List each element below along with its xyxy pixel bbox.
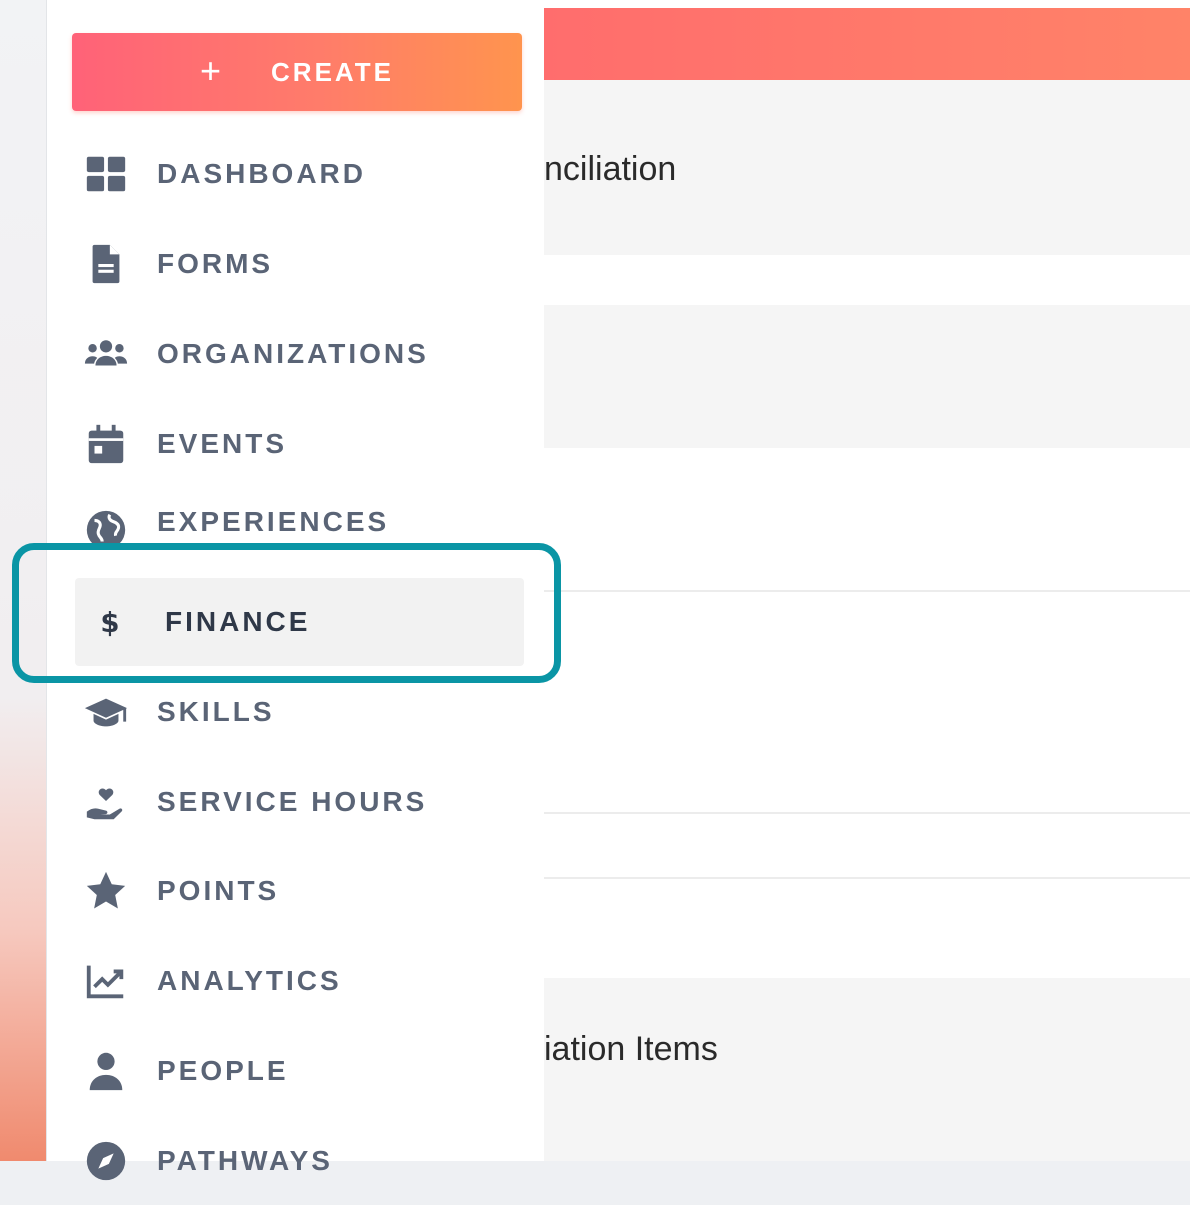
background-strip [0,0,46,1161]
sidebar-item-label: FINANCE [165,606,311,637]
divider [544,877,1190,879]
sidebar-item-label: SERVICE HOURS [157,786,428,817]
compass-icon [79,1137,133,1185]
sidebar-item-label: DASHBOARD [157,158,366,189]
create-button-label: CREATE [271,56,394,87]
sidebar-nav: + CREATE DASHBOARD FORMS ORGANIZATIONS E… [48,0,544,1181]
divider [544,590,1190,592]
dollar-icon: $ [95,598,125,646]
divider [544,812,1190,814]
sidebar-item-people[interactable]: PEOPLE [75,1027,524,1115]
sidebar-item-service-hours[interactable]: SERVICE HOURS [75,758,524,846]
sidebar-item-organizations[interactable]: ORGANIZATIONS [75,310,524,398]
sidebar-item-label: PEOPLE [157,1055,289,1086]
reconciliation-panel: nciliation [544,80,1190,255]
create-button[interactable]: + CREATE [72,33,522,111]
file-icon [79,240,133,288]
reconciliation-panel-title: nciliation [544,150,677,188]
calendar-icon [79,420,133,468]
reconciliation-items-panel-title: iation Items [544,1030,718,1068]
sidebar-item-label: FORMS [157,248,274,279]
sidebar-item-finance[interactable]: $ FINANCE [75,578,524,666]
dashboard-icon [79,150,133,198]
plus-icon: + [200,50,222,91]
page-header-bar [544,8,1190,80]
sidebar-item-label: PATHWAYS [157,1145,333,1176]
sidebar-item-experiences[interactable]: EXPERIENCES [75,488,524,550]
chart-line-icon [79,957,133,1005]
sidebar-item-events[interactable]: EVENTS [75,400,524,488]
sidebar-item-dashboard[interactable]: DASHBOARD [75,130,524,218]
sidebar-item-label: ORGANIZATIONS [157,338,429,369]
svg-text:$: $ [100,607,119,639]
graduation-cap-icon [79,688,133,736]
users-icon [79,330,133,378]
sidebar-item-label: EVENTS [157,428,288,459]
globe-icon [79,506,133,550]
hand-heart-icon [79,778,133,826]
sidebar-item-skills[interactable]: SKILLS [75,668,524,756]
sidebar-item-label: ANALYTICS [157,965,342,996]
person-icon [79,1047,133,1095]
sidebar-item-label: SKILLS [157,696,275,727]
sidebar-item-label: EXPERIENCES [157,506,390,537]
sidebar-item-analytics[interactable]: ANALYTICS [75,937,524,1025]
sidebar-item-label: POINTS [157,875,280,906]
content-panel [544,305,1190,448]
sidebar-item-pathways[interactable]: PATHWAYS [75,1117,524,1205]
sidebar-item-forms[interactable]: FORMS [75,220,524,308]
reconciliation-items-panel: iation Items [544,978,1190,1161]
sidebar-item-points[interactable]: POINTS [75,847,524,935]
star-icon [79,867,133,915]
